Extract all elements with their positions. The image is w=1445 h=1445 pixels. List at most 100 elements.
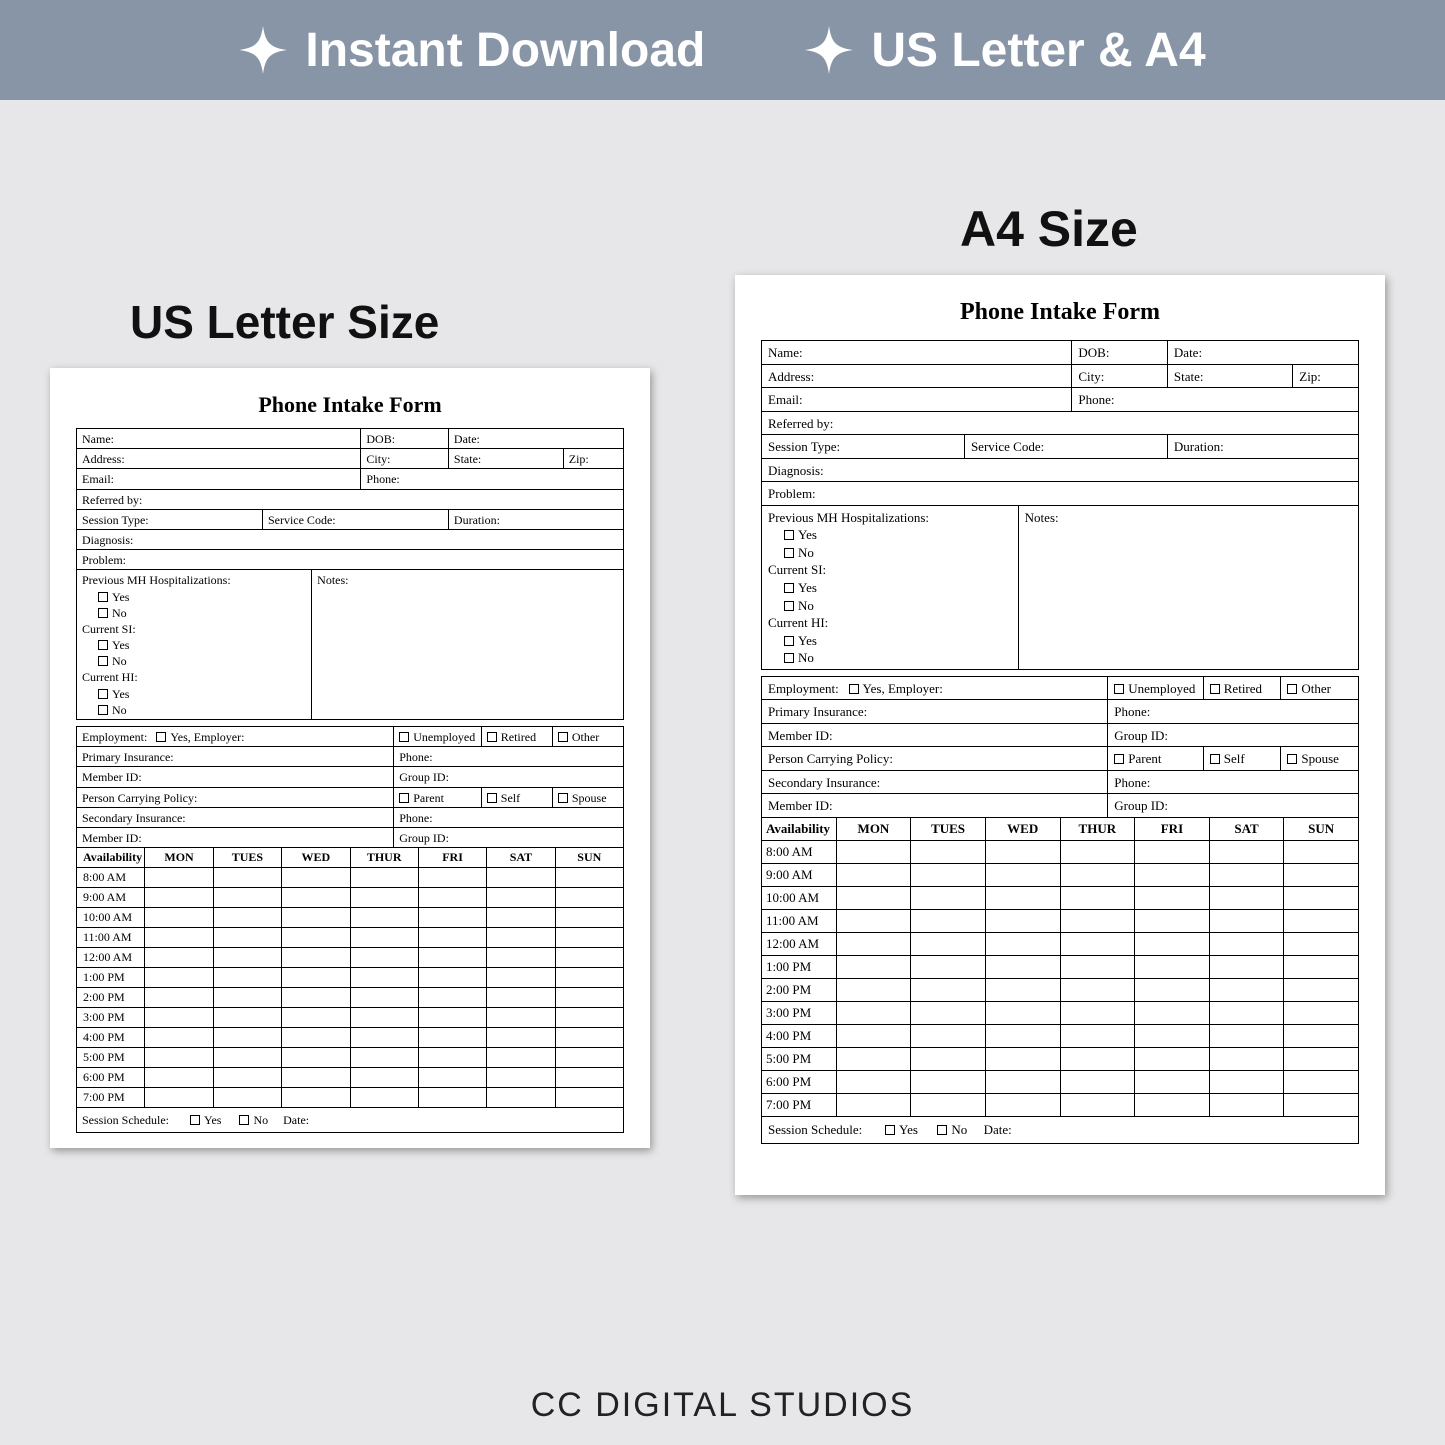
time-cell: 3:00 PM	[77, 1008, 145, 1028]
avail-cell	[1060, 979, 1135, 1002]
avail-cell	[985, 1002, 1060, 1025]
avail-cell	[911, 864, 986, 887]
avail-cell	[213, 888, 281, 908]
avail-cell	[985, 864, 1060, 887]
avail-cell	[282, 968, 350, 988]
avail-cell	[145, 1048, 213, 1068]
day-header: WED	[985, 818, 1060, 841]
avail-cell	[1284, 956, 1359, 979]
avail-cell	[985, 933, 1060, 956]
avail-cell	[213, 868, 281, 888]
sheet-us-letter: Phone Intake Form Name:DOB:Date: Address…	[50, 368, 650, 1148]
avail-cell	[1135, 1094, 1210, 1117]
label-us-letter: US Letter Size	[130, 295, 439, 349]
avail-cell	[350, 968, 418, 988]
avail-cell	[350, 928, 418, 948]
avail-cell	[911, 1002, 986, 1025]
avail-cell	[1135, 979, 1210, 1002]
avail-cell	[350, 988, 418, 1008]
avail-cell	[282, 1028, 350, 1048]
risk-cell: Previous MH Hospitalizations: Yes No Cur…	[77, 570, 312, 720]
form-table: Name:DOB:Date: Address:City:State:Zip: E…	[76, 428, 624, 720]
avail-cell	[213, 948, 281, 968]
avail-cell	[555, 988, 623, 1008]
avail-cell	[985, 979, 1060, 1002]
avail-cell	[350, 908, 418, 928]
avail-cell	[1135, 1002, 1210, 1025]
avail-cell	[555, 948, 623, 968]
avail-cell	[282, 868, 350, 888]
avail-cell	[213, 928, 281, 948]
time-cell: 1:00 PM	[77, 968, 145, 988]
time-cell: 8:00 AM	[77, 868, 145, 888]
avail-cell	[555, 888, 623, 908]
time-cell: 5:00 PM	[762, 1048, 837, 1071]
avail-cell	[282, 1008, 350, 1028]
avail-cell	[555, 1048, 623, 1068]
avail-cell	[213, 1028, 281, 1048]
avail-cell	[145, 948, 213, 968]
time-cell: 7:00 PM	[762, 1094, 837, 1117]
avail-cell	[985, 1048, 1060, 1071]
avail-cell	[1060, 956, 1135, 979]
day-header: TUES	[911, 818, 986, 841]
avail-cell	[911, 956, 986, 979]
availability-table: AvailabilityMONTUESWEDTHURFRISATSUN8:00 …	[76, 847, 624, 1108]
avail-cell	[1060, 841, 1135, 864]
avail-cell	[1284, 1025, 1359, 1048]
avail-cell	[555, 1028, 623, 1048]
time-cell: 10:00 AM	[762, 887, 837, 910]
label-a4: A4 Size	[960, 200, 1138, 258]
time-cell: 4:00 PM	[762, 1025, 837, 1048]
avail-cell	[145, 1008, 213, 1028]
avail-cell	[487, 988, 555, 1008]
avail-cell	[1135, 1048, 1210, 1071]
time-cell: 6:00 PM	[762, 1071, 837, 1094]
banner-text-2: US Letter & A4	[871, 23, 1205, 78]
avail-cell	[555, 1068, 623, 1088]
footer-brand: CC DIGITAL STUDIOS	[0, 1366, 1445, 1445]
time-cell: 11:00 AM	[77, 928, 145, 948]
day-header: TUES	[213, 848, 281, 868]
avail-cell	[1060, 933, 1135, 956]
avail-cell	[418, 908, 486, 928]
avail-cell	[1284, 1002, 1359, 1025]
availability-header: Availability	[77, 848, 145, 868]
avail-cell	[985, 956, 1060, 979]
avail-cell	[418, 968, 486, 988]
avail-cell	[145, 988, 213, 1008]
avail-cell	[487, 1008, 555, 1028]
avail-cell	[1209, 1071, 1284, 1094]
avail-cell	[418, 1088, 486, 1108]
avail-cell	[911, 887, 986, 910]
time-cell: 3:00 PM	[762, 1002, 837, 1025]
avail-cell	[836, 956, 911, 979]
avail-cell	[1209, 887, 1284, 910]
avail-cell	[911, 933, 986, 956]
avail-cell	[282, 948, 350, 968]
avail-cell	[836, 887, 911, 910]
avail-cell	[1209, 1025, 1284, 1048]
avail-cell	[213, 1048, 281, 1068]
day-header: SUN	[555, 848, 623, 868]
banner-text-1: Instant Download	[305, 23, 705, 78]
day-header: MON	[836, 818, 911, 841]
avail-cell	[418, 888, 486, 908]
avail-cell	[1284, 841, 1359, 864]
avail-cell	[350, 1088, 418, 1108]
avail-cell	[985, 887, 1060, 910]
doc-title: Phone Intake Form	[76, 392, 624, 418]
avail-cell	[418, 928, 486, 948]
avail-cell	[350, 1048, 418, 1068]
avail-cell	[282, 928, 350, 948]
avail-cell	[350, 948, 418, 968]
avail-cell	[1060, 1002, 1135, 1025]
avail-cell	[418, 1008, 486, 1028]
avail-cell	[911, 979, 986, 1002]
avail-cell	[555, 968, 623, 988]
avail-cell	[487, 1048, 555, 1068]
avail-cell	[487, 888, 555, 908]
avail-cell	[836, 864, 911, 887]
doc-title: Phone Intake Form	[761, 299, 1359, 326]
avail-cell	[836, 979, 911, 1002]
